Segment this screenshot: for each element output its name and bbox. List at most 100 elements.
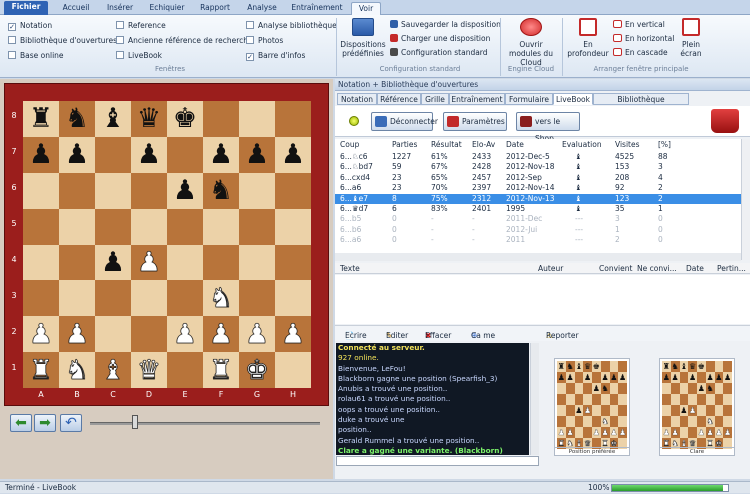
chat-input[interactable] <box>336 456 539 466</box>
thumbnail-favorite-position[interactable]: ♜ ♞ ♝ ♛ ♚ ♟ ♟ ♟ ♟ ♟ ♟ ♟ ♞ ♟ ♟ ♞ ♟ ♟ ♟ ♟ ♟ ♟ ♜ ♞ ♝ ♛ ♜ ♚ Position pr… <box>554 358 630 456</box>
table-row[interactable]: 6...b5 0 - - 2011-Dec --- 3 0 <box>335 214 741 224</box>
square[interactable]: ♟ <box>239 316 275 353</box>
black-pawn-icon[interactable]: ♟ <box>173 177 197 204</box>
square[interactable]: ♝ <box>95 101 131 137</box>
table-row[interactable]: 6...b6 0 - - 2012-Jui --- 1 0 <box>335 225 741 235</box>
chat-scrollbar[interactable] <box>530 343 539 455</box>
col-header[interactable]: Parties <box>392 139 417 150</box>
table-horizontal-scrollbar[interactable] <box>335 253 741 261</box>
square[interactable] <box>239 101 275 137</box>
info-bar-checkbox[interactable]: ✓ Barre d'infos <box>246 50 305 61</box>
square[interactable] <box>167 352 203 389</box>
white-knight-icon[interactable]: ♞ <box>65 356 90 384</box>
tab-reference[interactable]: Référence <box>377 93 421 105</box>
col-header[interactable]: Elo-Av <box>472 139 495 150</box>
square[interactable] <box>203 244 239 281</box>
square[interactable]: ♞ <box>203 172 239 209</box>
black-knight-icon[interactable]: ♞ <box>209 177 233 204</box>
square[interactable]: ♟ <box>95 244 131 281</box>
move-slider-track[interactable] <box>90 422 320 425</box>
black-pawn-icon[interactable]: ♟ <box>209 141 233 168</box>
square[interactable]: ♟ <box>275 136 311 173</box>
table-vertical-scrollbar[interactable] <box>741 139 750 260</box>
black-pawn-icon[interactable]: ♟ <box>281 141 305 168</box>
square[interactable] <box>23 280 59 317</box>
black-pawn-icon[interactable]: ♟ <box>137 141 161 168</box>
online-base-checkbox[interactable]: Base online <box>8 50 64 61</box>
table-row[interactable]: 6...♘bd7 59 67% 2428 2012-Nov-18 ♝ 153 3 <box>335 162 741 172</box>
square[interactable]: ♟ <box>203 316 239 353</box>
square[interactable] <box>59 244 95 281</box>
black-pawn-icon[interactable]: ♟ <box>101 249 125 276</box>
black-pawn-icon[interactable]: ♟ <box>29 141 53 168</box>
square[interactable] <box>167 244 203 281</box>
square[interactable] <box>95 136 131 173</box>
livebook-checkbox[interactable]: LiveBook <box>116 50 162 61</box>
depth-button[interactable]: En profondeur <box>566 18 610 58</box>
square[interactable] <box>95 316 131 353</box>
square[interactable]: ♟ <box>59 316 95 353</box>
square[interactable]: ♜ <box>23 352 59 389</box>
horizontal-button[interactable]: En horizontal <box>613 34 674 43</box>
square[interactable] <box>95 208 131 245</box>
square[interactable] <box>275 280 311 317</box>
white-rook-icon[interactable]: ♜ <box>209 356 234 384</box>
square[interactable]: ♟ <box>239 136 275 173</box>
square[interactable] <box>239 172 275 209</box>
square[interactable] <box>239 208 275 245</box>
tab-notation[interactable]: Notation <box>337 93 377 105</box>
white-pawn-icon[interactable]: ♟ <box>209 320 234 348</box>
thumbnail-clare[interactable]: ♜ ♞ ♝ ♛ ♚ ♟ ♟ ♟ ♟ ♟ ♟ ♟ ♞ ♟ ♟ ♞ ♟ ♟ ♟ ♟ ♟ ♟ ♜ ♞ ♝ ♛ ♜ ♚ Clare <box>659 358 735 456</box>
square[interactable]: ♟ <box>203 136 239 173</box>
tab-grille[interactable]: Grille <box>421 93 449 105</box>
square[interactable] <box>275 208 311 245</box>
square[interactable] <box>95 280 131 317</box>
black-rook-icon[interactable]: ♜ <box>29 105 53 132</box>
vertical-button[interactable]: En vertical <box>613 20 665 29</box>
tab-entrainement-panel[interactable]: Entraînement <box>449 93 505 105</box>
white-pawn-icon[interactable]: ♟ <box>137 249 162 277</box>
table-row[interactable]: 6...a6 0 - - 2011 --- 2 0 <box>335 235 741 245</box>
standard-config-button[interactable]: Configuration standard <box>390 48 488 57</box>
col-header[interactable]: Evaluation <box>562 139 602 150</box>
square[interactable] <box>59 280 95 317</box>
square[interactable] <box>167 280 203 317</box>
square[interactable]: ♟ <box>131 136 167 173</box>
notation-checkbox[interactable]: ✓ Notation <box>8 20 52 31</box>
black-pawn-icon[interactable]: ♟ <box>65 141 89 168</box>
next-move-button[interactable]: ➡ <box>34 414 56 432</box>
opening-book-checkbox[interactable]: Bibliothèque d'ouvertures <box>8 35 117 46</box>
shop-button[interactable]: vers le Shop <box>516 112 580 143</box>
square[interactable]: ♜ <box>203 352 239 389</box>
square[interactable]: ♟ <box>23 136 59 173</box>
black-knight-icon[interactable]: ♞ <box>65 105 89 132</box>
col-header[interactable]: Date <box>506 139 524 150</box>
white-pawn-icon[interactable]: ♟ <box>281 320 306 348</box>
reference-checkbox[interactable]: Reference <box>116 20 166 31</box>
tab-voir[interactable]: Voir <box>351 2 381 15</box>
square[interactable]: ♞ <box>203 280 239 317</box>
book-analysis-checkbox[interactable]: Analyse bibliothèque <box>246 20 337 31</box>
tab-accueil[interactable]: Accueil <box>54 2 98 15</box>
square[interactable] <box>23 208 59 245</box>
tab-entrainement[interactable]: Entraînement <box>287 2 347 15</box>
square[interactable]: ♟ <box>23 316 59 353</box>
square[interactable] <box>23 244 59 281</box>
tab-livebook[interactable]: LiveBook <box>553 93 593 105</box>
cascade-button[interactable]: En cascade <box>613 48 668 57</box>
white-rook-icon[interactable]: ♜ <box>29 356 54 384</box>
tab-inserer[interactable]: Insérer <box>100 2 140 15</box>
col-header[interactable]: Résultat <box>431 139 462 150</box>
black-bishop-icon[interactable]: ♝ <box>101 105 125 132</box>
col-header[interactable]: Visites <box>615 139 640 150</box>
open-cloud-button[interactable]: Ouvrir modules du Cloud <box>503 18 559 67</box>
white-knight-icon[interactable]: ♞ <box>209 285 234 313</box>
square[interactable]: ♜ <box>23 101 59 137</box>
square[interactable]: ♛ <box>131 101 167 137</box>
square[interactable] <box>275 101 311 137</box>
square[interactable]: ♟ <box>131 244 167 281</box>
white-pawn-icon[interactable]: ♟ <box>65 320 90 348</box>
table-row[interactable]: 6...♝e7 8 75% 2312 2012-Nov-13 ♝ 123 2 <box>335 193 741 204</box>
col-header[interactable]: [%] <box>658 139 671 150</box>
fullscreen-button[interactable]: Plein écran <box>676 18 706 58</box>
